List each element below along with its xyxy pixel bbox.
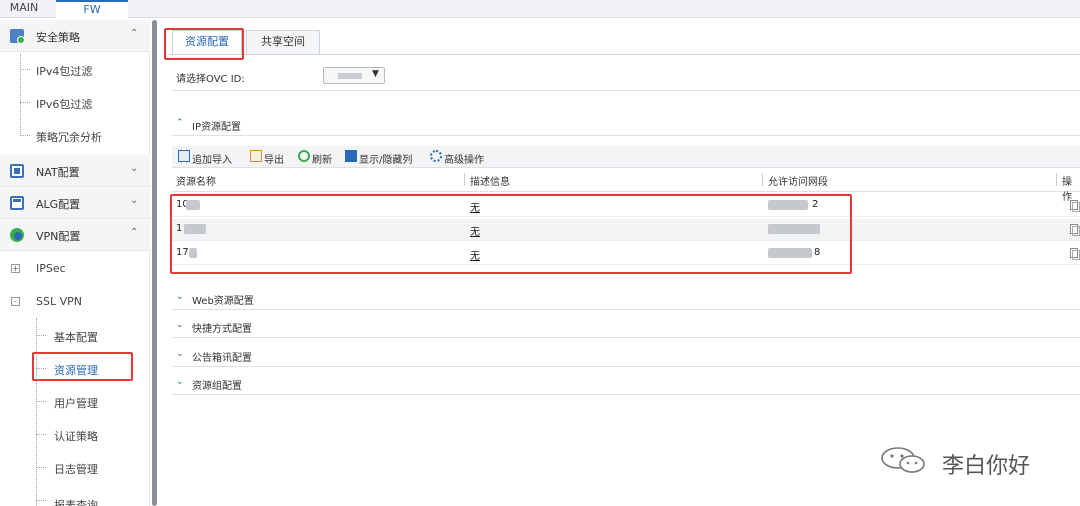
section-resource-group[interactable]: ⌄ 资源组配置 <box>172 373 1080 395</box>
toolbar-label: 追加导入 <box>192 155 232 166</box>
sidebar-group-vpn[interactable]: VPN配置 ⌃ <box>0 219 150 251</box>
sidebar-item-label: IPv6包过滤 <box>36 98 93 111</box>
tab-shared-space[interactable]: 共享空间 <box>246 30 320 54</box>
sidebar-item-label: 策略冗余分析 <box>36 131 102 144</box>
sidebar-item-label: 基本配置 <box>54 331 98 344</box>
section-ip-resource[interactable]: ⌃ IP资源配置 <box>172 114 1080 136</box>
column-separator <box>464 173 465 186</box>
top-tab-bar: MAIN FW <box>0 0 1080 18</box>
chevron-down-icon: ⌄ <box>130 195 139 206</box>
toolbar: 追加导入 导出 刷新 显示/隐藏列 高级操作 <box>172 146 1080 168</box>
sidebar-group-label: NAT配置 <box>36 166 80 179</box>
nat-icon <box>10 164 24 178</box>
import-icon <box>178 150 190 162</box>
sidebar-group-nat[interactable]: NAT配置 ⌄ <box>0 155 150 187</box>
tab-fw[interactable]: FW <box>56 0 128 18</box>
table-header: 资源名称 描述信息 允许访问网段 操作 <box>172 168 1080 203</box>
copy-icon[interactable] <box>1070 248 1080 260</box>
sidebar-item-ssl-vpn[interactable]: - SSL VPN <box>0 286 150 318</box>
refresh-icon <box>298 150 310 162</box>
sidebar-group-label: 安全策略 <box>36 31 80 44</box>
collapse-icon: ⌃ <box>176 118 184 128</box>
sidebar-group-label: VPN配置 <box>36 230 81 243</box>
highlight-box-resource-management <box>32 352 133 381</box>
section-label: 公告箱讯配置 <box>192 353 252 364</box>
ovc-id-label: 请选择OVC ID: <box>176 74 245 85</box>
sidebar-group-security-policy[interactable]: 安全策略 ⌃ <box>0 20 150 52</box>
section-label: 快捷方式配置 <box>192 324 252 335</box>
expand-icon: ⌄ <box>176 320 184 330</box>
tree-branch <box>36 434 46 435</box>
sidebar-item-report-query[interactable]: 报表查询 <box>0 485 150 506</box>
expand-icon: ⌄ <box>176 377 184 387</box>
toolbar-label: 高级操作 <box>444 155 484 166</box>
toolbar-label: 显示/隐藏列 <box>359 155 413 166</box>
expand-icon[interactable]: + <box>11 264 20 273</box>
sidebar-item-label: 报表查询 <box>54 499 98 506</box>
sidebar-item-basic-config[interactable]: 基本配置 <box>0 320 150 352</box>
tree-branch <box>20 102 30 103</box>
tab-divider <box>168 54 1080 55</box>
chevron-up-icon: ⌃ <box>130 227 139 238</box>
column-header-name[interactable]: 资源名称 <box>176 173 216 188</box>
tree-branch <box>20 69 30 70</box>
copy-icon[interactable] <box>1070 200 1080 212</box>
column-header-allowed-network[interactable]: 允许访问网段 <box>768 173 828 188</box>
tree-branch <box>36 500 46 501</box>
sidebar-item-ipv4-filter[interactable]: IPv4包过滤 <box>0 54 150 86</box>
tree-branch <box>20 135 30 136</box>
sidebar-item-label: 日志管理 <box>54 463 98 476</box>
alg-icon <box>10 196 24 210</box>
section-notice-box[interactable]: ⌄ 公告箱讯配置 <box>172 345 1080 367</box>
expand-icon: ⌄ <box>176 349 184 359</box>
redacted-value <box>338 73 362 79</box>
toolbar-label: 刷新 <box>312 155 332 166</box>
sidebar-item-label: IPv4包过滤 <box>36 65 93 78</box>
highlight-box-resource-config-tab <box>164 28 244 60</box>
watermark-text: 李白你好 <box>942 454 1031 479</box>
section-label: IP资源配置 <box>192 122 241 133</box>
sidebar-item-ipsec[interactable]: + IPSec <box>0 253 150 285</box>
column-separator <box>762 173 763 186</box>
toolbar-label: 导出 <box>264 155 284 166</box>
advanced-icon <box>430 150 442 162</box>
collapse-icon[interactable]: - <box>11 297 20 306</box>
wechat-icon <box>881 447 925 473</box>
expand-icon: ⌄ <box>176 292 184 302</box>
section-label: Web资源配置 <box>192 296 254 307</box>
vpn-icon <box>10 228 24 242</box>
sidebar: 安全策略 ⌃ IPv4包过滤 IPv6包过滤 策略冗余分析 NAT配置 ⌄ AL… <box>0 18 150 506</box>
sidebar-item-auth-policy[interactable]: 认证策略 <box>0 419 150 451</box>
sidebar-item-log-management[interactable]: 日志管理 <box>0 452 150 484</box>
section-shortcut[interactable]: ⌄ 快捷方式配置 <box>172 316 1080 338</box>
section-web-resource[interactable]: ⌄ Web资源配置 <box>172 288 1080 310</box>
tree-branch <box>36 467 46 468</box>
tree-branch <box>36 401 46 402</box>
sidebar-group-label: ALG配置 <box>36 198 81 211</box>
sidebar-item-label: 认证策略 <box>54 430 98 443</box>
export-icon <box>250 150 262 162</box>
sidebar-item-policy-redundancy[interactable]: 策略冗余分析 <box>0 120 150 152</box>
chevron-down-icon: ▼ <box>372 69 379 79</box>
security-policy-icon <box>10 29 25 44</box>
tab-main[interactable]: MAIN <box>0 0 48 18</box>
sidebar-item-label: 用户管理 <box>54 397 98 410</box>
sidebar-item-user-management[interactable]: 用户管理 <box>0 386 150 418</box>
chevron-down-icon: ⌄ <box>130 163 139 174</box>
sidebar-item-label: IPSec <box>36 262 66 275</box>
highlight-box-ip-resource-rows <box>170 194 852 274</box>
sidebar-scrollbar[interactable] <box>152 20 157 506</box>
column-header-description[interactable]: 描述信息 <box>470 173 510 188</box>
section-label: 资源组配置 <box>192 381 242 392</box>
copy-icon[interactable] <box>1070 224 1080 236</box>
sidebar-item-label: SSL VPN <box>36 295 82 308</box>
sidebar-group-alg[interactable]: ALG配置 ⌄ <box>0 187 150 219</box>
chevron-up-icon: ⌃ <box>130 28 139 39</box>
column-separator <box>1056 173 1057 186</box>
tree-branch <box>36 335 46 336</box>
ovc-id-select[interactable]: ▼ <box>323 67 385 84</box>
divider <box>172 90 1080 91</box>
sidebar-item-ipv6-filter[interactable]: IPv6包过滤 <box>0 87 150 119</box>
columns-icon <box>345 150 357 162</box>
